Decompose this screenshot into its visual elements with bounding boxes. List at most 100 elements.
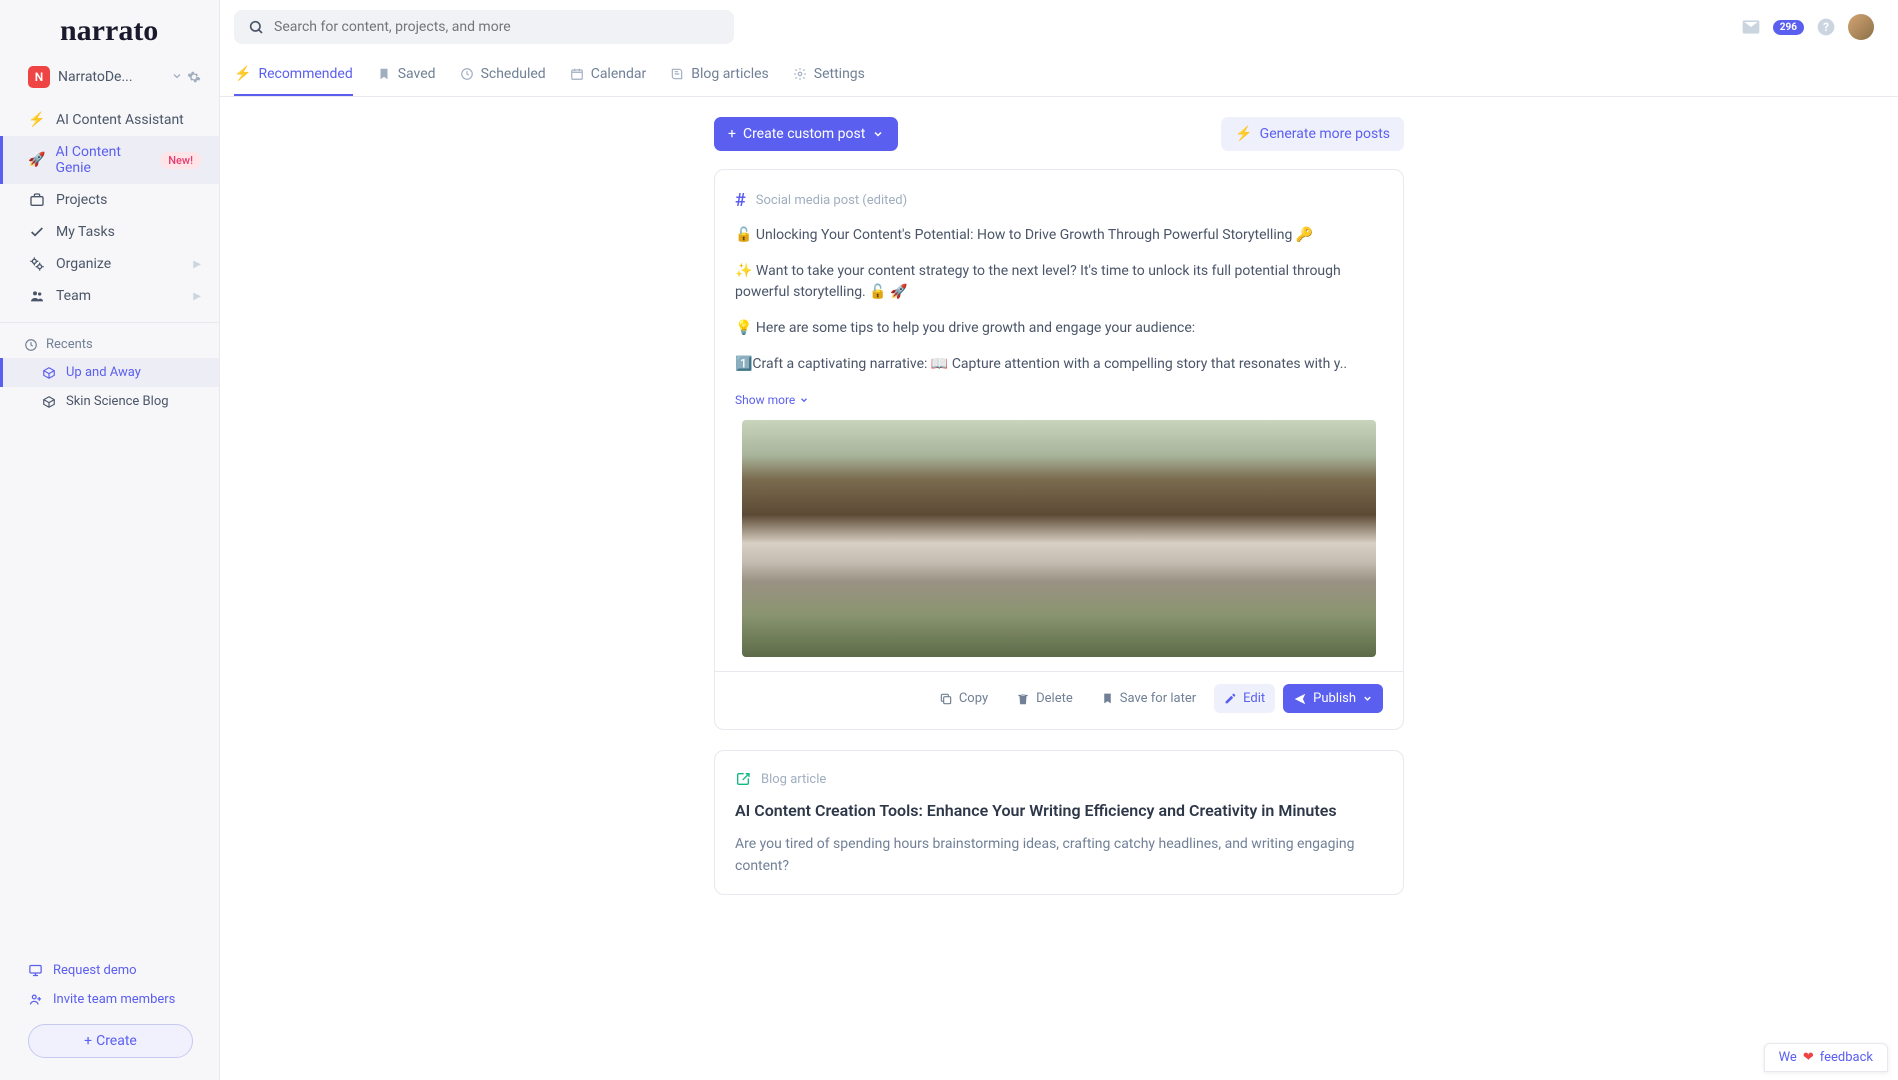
create-button[interactable]: + Create — [28, 1024, 193, 1058]
help-icon[interactable]: ? — [1816, 17, 1836, 37]
request-demo-label: Request demo — [53, 963, 137, 978]
sidebar: narrato N NarratoDe... ⚡ AI Content Assi… — [0, 0, 220, 1080]
blog-icon — [670, 67, 684, 81]
search-container[interactable] — [234, 10, 734, 44]
tab-calendar[interactable]: Calendar — [570, 56, 647, 96]
notification-badge[interactable]: 296 — [1773, 20, 1804, 35]
avatar[interactable] — [1848, 14, 1874, 40]
clock-icon — [460, 67, 474, 81]
tab-label: Settings — [814, 66, 865, 82]
action-row: + Create custom post ⚡ Generate more pos… — [714, 117, 1404, 151]
feedback-post: feedback — [1820, 1050, 1873, 1065]
recent-label: Up and Away — [66, 365, 141, 380]
nav-list: ⚡ AI Content Assistant 🚀 AI Content Geni… — [0, 104, 219, 312]
nav-my-tasks[interactable]: My Tasks — [0, 216, 219, 248]
plus-icon: + — [84, 1033, 92, 1049]
nav-organize[interactable]: Organize ▶ — [0, 248, 219, 280]
card-actions: Copy Delete Save for later Edit — [735, 684, 1383, 713]
tab-saved[interactable]: Saved — [377, 56, 436, 96]
topbar-right: 296 ? — [1741, 14, 1874, 40]
invite-team-label: Invite team members — [53, 992, 175, 1007]
request-demo-link[interactable]: Request demo — [28, 956, 201, 985]
post-type-label: Social media post (edited) — [756, 193, 907, 208]
feedback-pre: We — [1779, 1050, 1797, 1065]
nav-projects[interactable]: Projects — [0, 184, 219, 216]
chevron-right-icon: ▶ — [193, 259, 201, 270]
tab-label: Saved — [398, 66, 436, 82]
tab-settings[interactable]: Settings — [793, 56, 865, 96]
post-title: AI Content Creation Tools: Enhance Your … — [735, 801, 1383, 820]
nav-team[interactable]: Team ▶ — [0, 280, 219, 312]
monitor-icon — [28, 963, 43, 978]
rocket-icon: 🚀 — [28, 152, 45, 168]
check-icon — [28, 224, 46, 240]
nav-label: Organize — [56, 256, 111, 272]
recents-header: Recents — [0, 323, 219, 358]
box-icon — [42, 366, 56, 380]
plus-icon: + — [728, 126, 736, 142]
chevron-down-icon — [1362, 693, 1373, 704]
user-plus-icon — [28, 992, 43, 1007]
copy-icon — [939, 692, 953, 706]
nav-ai-content-assistant[interactable]: ⚡ AI Content Assistant — [0, 104, 219, 136]
chevron-down-icon[interactable] — [171, 70, 183, 84]
bolt-icon: ⚡ — [234, 66, 251, 82]
chevron-down-icon — [872, 128, 884, 140]
recent-item-up-and-away[interactable]: Up and Away — [0, 358, 219, 387]
tabs: ⚡ Recommended Saved Scheduled Calendar B… — [220, 56, 1898, 97]
show-more-label: Show more — [735, 393, 795, 407]
gear-icon[interactable] — [187, 70, 201, 84]
calendar-icon — [570, 67, 584, 81]
post-image — [742, 420, 1376, 657]
generate-more-posts-button[interactable]: ⚡ Generate more posts — [1221, 117, 1404, 151]
save-for-later-button[interactable]: Save for later — [1091, 684, 1206, 713]
hash-icon: # — [735, 190, 746, 211]
nav-label: AI Content Assistant — [56, 112, 184, 128]
svg-text:?: ? — [1823, 20, 1829, 34]
clock-icon — [24, 338, 38, 352]
tab-label: Calendar — [591, 66, 647, 82]
workspace-switcher[interactable]: N NarratoDe... — [0, 56, 219, 104]
search-icon — [248, 19, 264, 35]
edit-button[interactable]: Edit — [1214, 684, 1275, 713]
create-label: Create — [96, 1033, 137, 1049]
edit-label: Edit — [1243, 691, 1265, 706]
post-line: 🔓 Unlocking Your Content's Potential: Ho… — [735, 225, 1383, 247]
copy-button[interactable]: Copy — [929, 684, 998, 713]
people-icon — [28, 288, 46, 304]
briefcase-icon — [28, 192, 46, 208]
show-more-link[interactable]: Show more — [735, 393, 809, 407]
recent-item-skin-science-blog[interactable]: Skin Science Blog — [0, 387, 219, 416]
invite-team-link[interactable]: Invite team members — [28, 985, 201, 1014]
bolt-icon: ⚡ — [1235, 126, 1252, 142]
tab-label: Recommended — [258, 66, 352, 82]
recents-list: Up and Away Skin Science Blog — [0, 358, 219, 416]
tab-recommended[interactable]: ⚡ Recommended — [234, 56, 353, 96]
sidebar-footer: Request demo Invite team members + Creat… — [0, 942, 219, 1080]
nav-label: AI Content Genie — [55, 144, 150, 176]
gears-icon — [28, 256, 46, 272]
search-input[interactable] — [274, 19, 720, 35]
nav-ai-content-genie[interactable]: 🚀 AI Content Genie New! — [0, 136, 219, 184]
workspace-badge: N — [28, 66, 50, 88]
post-line: 💡 Here are some tips to help you drive g… — [735, 318, 1383, 340]
workspace-name: NarratoDe... — [58, 69, 163, 85]
post-line: ✨ Want to take your content strategy to … — [735, 261, 1383, 304]
feedback-widget[interactable]: We ❤ feedback — [1764, 1043, 1888, 1072]
main: 296 ? ⚡ Recommended Saved Scheduled Cale… — [220, 0, 1898, 1080]
create-custom-post-button[interactable]: + Create custom post — [714, 117, 898, 151]
tab-label: Scheduled — [481, 66, 546, 82]
bolt-icon: ⚡ — [28, 112, 46, 128]
publish-button[interactable]: Publish — [1283, 684, 1383, 713]
delete-button[interactable]: Delete — [1006, 684, 1083, 713]
new-badge: New! — [160, 152, 201, 169]
blog-icon — [735, 771, 751, 787]
post-body: 🔓 Unlocking Your Content's Potential: Ho… — [735, 225, 1383, 375]
chevron-down-icon — [799, 395, 809, 405]
box-icon — [42, 395, 56, 409]
mail-icon[interactable] — [1741, 17, 1761, 37]
content-area: + Create custom post ⚡ Generate more pos… — [220, 97, 1898, 1080]
post-body-text: Are you tired of spending hours brainsto… — [735, 834, 1383, 877]
tab-blog-articles[interactable]: Blog articles — [670, 56, 769, 96]
tab-scheduled[interactable]: Scheduled — [460, 56, 546, 96]
